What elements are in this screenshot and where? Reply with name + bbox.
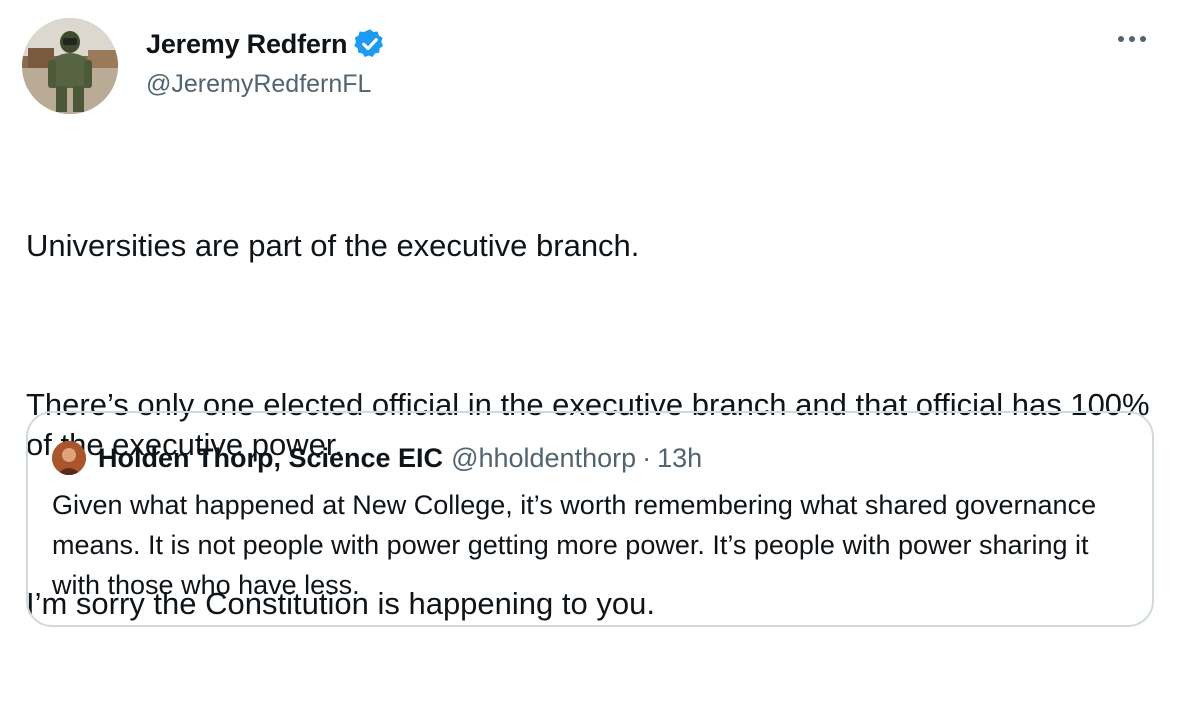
quoted-tweet[interactable]: Holden Thorp, Science EIC @hholdenthorp …: [26, 411, 1154, 627]
quoted-author-name[interactable]: Holden Thorp, Science EIC: [98, 443, 443, 474]
more-options-icon[interactable]: [1118, 36, 1146, 42]
user-avatar-photo-icon: [22, 18, 118, 114]
author-name-row: Jeremy Redfern: [146, 26, 387, 62]
quoted-author-avatar[interactable]: [52, 441, 86, 475]
author-handle[interactable]: @JeremyRedfernFL: [146, 70, 371, 99]
author-avatar[interactable]: [22, 18, 118, 114]
quoted-timestamp[interactable]: 13h: [657, 443, 702, 474]
quoted-avatar-photo-icon: [52, 441, 86, 475]
quoted-tweet-header: Holden Thorp, Science EIC @hholdenthorp …: [52, 441, 702, 475]
author-name[interactable]: Jeremy Redfern: [146, 29, 347, 60]
quoted-tweet-text: Given what happened at New College, it’s…: [52, 490, 1097, 600]
quoted-author-handle[interactable]: @hholdenthorp: [451, 443, 636, 474]
tweet-card: Jeremy Redfern @JeremyRedfernFL Universi…: [0, 0, 1184, 666]
quoted-separator: ·: [642, 442, 652, 473]
tweet-paragraph-1: Universities are part of the executive b…: [26, 228, 640, 263]
verified-badge-icon: [353, 27, 387, 61]
